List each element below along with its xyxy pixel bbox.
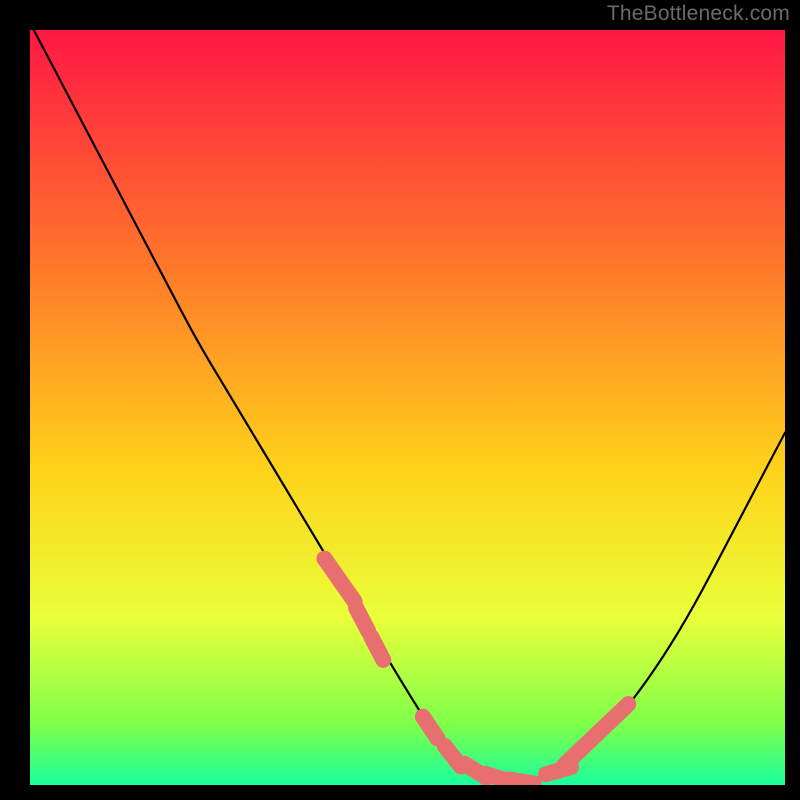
bottleneck-chart [0, 0, 800, 800]
data-point [356, 608, 368, 631]
chart-stage: { "watermark": "TheBottleneck.com", "col… [0, 0, 800, 800]
data-point [508, 779, 534, 783]
watermark-text: TheBottleneck.com [607, 2, 790, 26]
data-point [371, 637, 383, 660]
gradient-background [30, 30, 785, 785]
